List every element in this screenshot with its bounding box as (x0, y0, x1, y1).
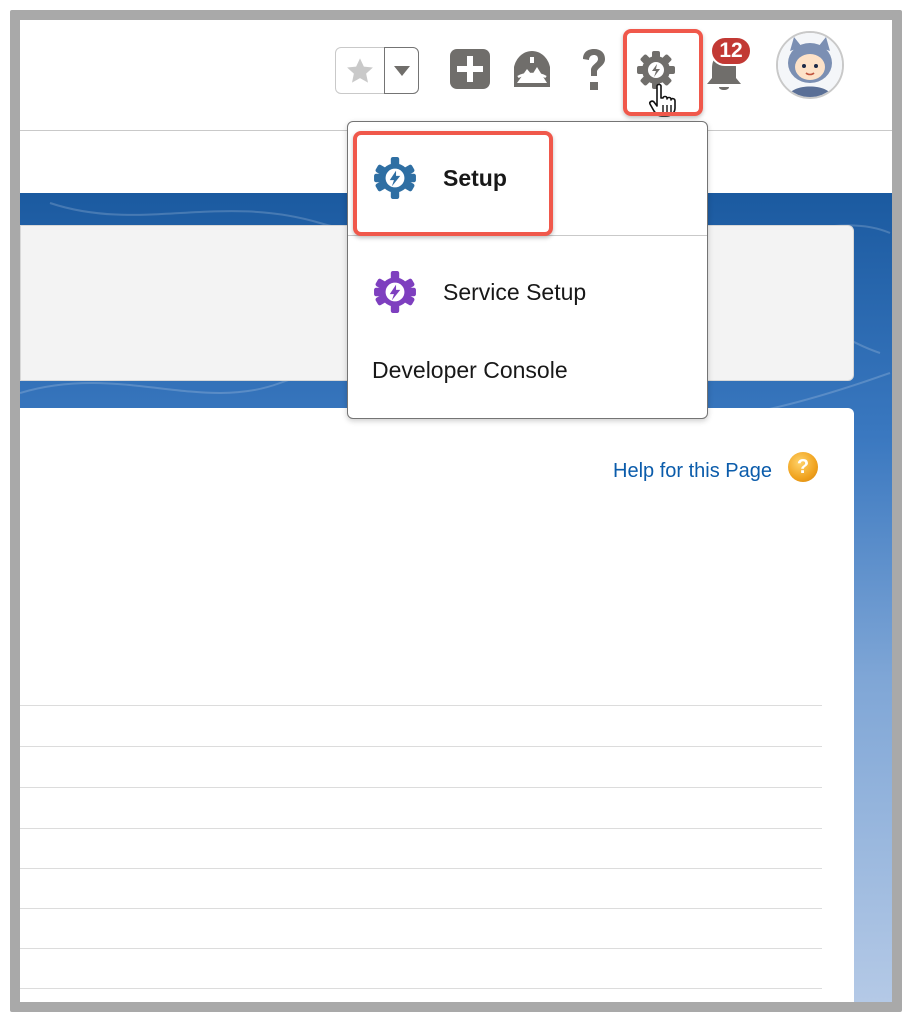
help-button[interactable] (576, 44, 612, 96)
menu-item-developer-console[interactable]: Developer Console (372, 354, 568, 386)
menu-item-setup[interactable]: Setup (373, 156, 507, 200)
avatar-icon (778, 33, 842, 97)
global-actions-button[interactable] (448, 47, 492, 91)
plus-icon (450, 49, 490, 89)
global-header: 12 (20, 20, 892, 131)
notification-count-badge: 12 (710, 36, 752, 66)
menu-item-service-setup[interactable]: Service Setup (373, 270, 586, 314)
table-row-divider (20, 908, 822, 909)
star-icon (347, 57, 373, 83)
help-for-this-page-link[interactable]: Help for this Page (613, 460, 772, 483)
table-row-divider (20, 948, 822, 949)
user-avatar-button[interactable] (776, 31, 844, 99)
help-badge-icon[interactable]: ? (788, 452, 818, 482)
menu-item-label: Developer Console (372, 356, 568, 383)
favorites-group (335, 47, 419, 94)
menu-item-label: Service Setup (443, 278, 587, 305)
question-icon (583, 49, 605, 90)
trailhead-icon (514, 51, 550, 87)
screenshot-frame: 12 Help for this Page ? Setup Service Se… (10, 10, 902, 1012)
trailhead-button[interactable] (508, 46, 556, 94)
table-row-divider (20, 705, 822, 706)
favorites-dropdown-button[interactable] (384, 47, 419, 94)
table-row-divider (20, 868, 822, 869)
table-row-divider (20, 746, 822, 747)
service-setup-gear-icon (374, 271, 416, 313)
favorites-button[interactable] (336, 48, 384, 93)
table-row-divider (20, 787, 822, 788)
setup-gear-highlight (623, 29, 703, 116)
table-row-divider (20, 828, 822, 829)
table-row-divider (20, 988, 822, 989)
chevron-down-icon (393, 65, 410, 76)
setup-gear-icon (374, 157, 416, 199)
menu-item-label: Setup (443, 164, 507, 191)
